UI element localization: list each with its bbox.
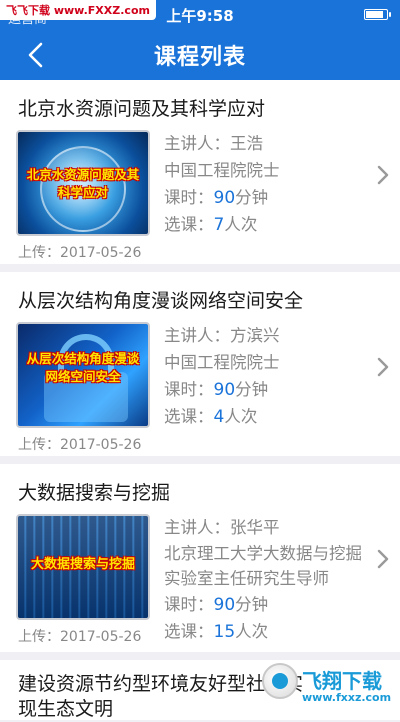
chevron-right-icon <box>376 164 390 186</box>
enrolled-value: 15 <box>214 622 236 642</box>
duration-value: 90 <box>214 380 236 400</box>
course-title: 大数据搜索与挖掘 <box>18 478 170 505</box>
duration-value: 90 <box>214 188 236 208</box>
course-title: 北京水资源问题及其科学应对 <box>18 94 265 121</box>
thumbnail-caption: 大数据搜索与挖掘 <box>24 556 142 574</box>
battery-icon <box>364 9 388 20</box>
chevron-right-icon <box>376 356 390 378</box>
watermark-bottom: 飞翔下载 www.fxxz.com <box>262 663 398 707</box>
enrolled-value: 4 <box>214 407 225 427</box>
speaker-affiliation: 中国工程院院士 <box>164 157 374 184</box>
course-item[interactable]: 从层次结构角度漫谈网络空间安全 从层次结构角度漫谈网络空间安全 主讲人：方滨兴 … <box>0 272 400 456</box>
speaker-row: 主讲人：张华平 <box>164 514 374 541</box>
upload-date: 上传：2017-05-26 <box>18 626 141 646</box>
course-thumbnail: 北京水资源问题及其科学应对 <box>16 130 150 236</box>
page-title: 课程列表 <box>0 39 400 71</box>
course-meta: 主讲人：王浩 中国工程院院士 课时：90分钟 选课：7人次 <box>164 130 374 238</box>
speaker-row: 主讲人：方滨兴 <box>164 322 374 349</box>
duration-row: 课时：90分钟 <box>164 591 374 618</box>
upload-date: 上传：2017-05-26 <box>18 242 141 262</box>
duration-row: 课时：90分钟 <box>164 184 374 211</box>
thumbnail-caption: 北京水资源问题及其科学应对 <box>24 166 142 202</box>
speaker-row: 主讲人：王浩 <box>164 130 374 157</box>
speaker-affiliation: 中国工程院院士 <box>164 349 374 376</box>
enrolled-row: 选课：7人次 <box>164 211 374 238</box>
nav-bar: 课程列表 <box>0 28 400 80</box>
enrolled-value: 7 <box>214 215 225 235</box>
enrolled-row: 选课：4人次 <box>164 403 374 430</box>
course-item[interactable]: 大数据搜索与挖掘 大数据搜索与挖掘 主讲人：张华平 北京理工大学大数据与挖掘实验… <box>0 464 400 652</box>
course-thumbnail: 大数据搜索与挖掘 <box>16 514 150 620</box>
course-meta: 主讲人：张华平 北京理工大学大数据与挖掘实验室主任研究生导师 课时：90分钟 选… <box>164 514 374 645</box>
enrolled-row: 选课：15人次 <box>164 618 374 645</box>
duration-value: 90 <box>214 595 236 615</box>
watermark-top: 飞飞下载 www.FXXZ.com <box>0 0 156 20</box>
upload-date: 上传：2017-05-26 <box>18 434 141 454</box>
watermark-logo-icon <box>262 663 298 699</box>
watermark-brand: 飞翔下载 <box>302 665 382 694</box>
chevron-right-icon <box>376 548 390 570</box>
course-title: 从层次结构角度漫谈网络空间安全 <box>18 286 303 313</box>
speaker-name: 方滨兴 <box>230 326 280 345</box>
course-meta: 主讲人：方滨兴 中国工程院院士 课时：90分钟 选课：4人次 <box>164 322 374 430</box>
course-item[interactable]: 北京水资源问题及其科学应对 北京水资源问题及其科学应对 主讲人：王浩 中国工程院… <box>0 80 400 264</box>
thumbnail-caption: 从层次结构角度漫谈网络空间安全 <box>24 350 142 386</box>
speaker-name: 张华平 <box>230 518 280 537</box>
watermark-url: www.fxxz.com <box>302 691 391 704</box>
duration-row: 课时：90分钟 <box>164 376 374 403</box>
speaker-affiliation: 北京理工大学大数据与挖掘实验室主任研究生导师 <box>164 541 374 591</box>
speaker-name: 王浩 <box>230 134 263 153</box>
course-thumbnail: 从层次结构角度漫谈网络空间安全 <box>16 322 150 428</box>
